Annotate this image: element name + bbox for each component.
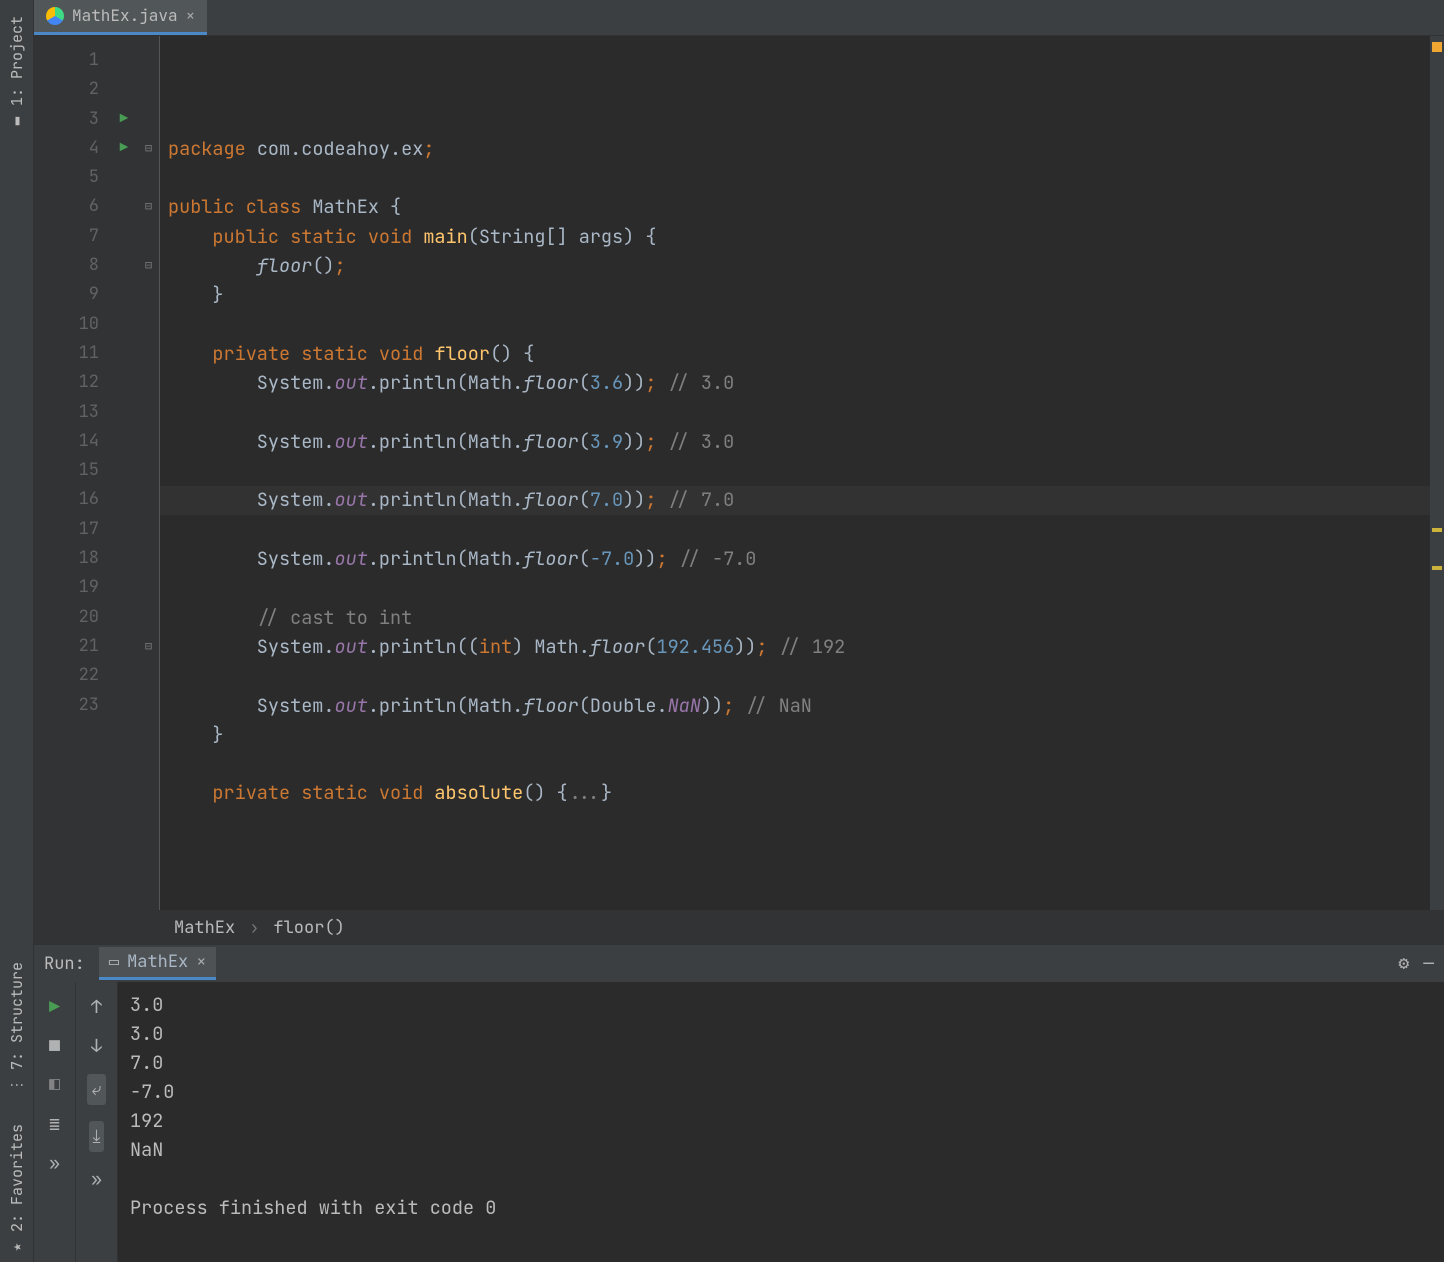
console-output[interactable]: 3.0 3.0 7.0 -7.0 192 NaN Process finishe… bbox=[118, 982, 1444, 1262]
fold-toggle[interactable]: ⊟ bbox=[138, 632, 159, 661]
run-line-icon[interactable]: ▶ bbox=[110, 134, 138, 163]
gear-icon[interactable]: ⚙ bbox=[1398, 952, 1409, 975]
fold-toggle[interactable]: ⊟ bbox=[138, 134, 159, 163]
editor-tab-mathex[interactable]: MathEx.java × bbox=[34, 0, 207, 35]
run-toolwindow-header: Run: ▭ MathEx × ⚙ — bbox=[34, 944, 1444, 982]
star-icon: ★ bbox=[8, 1243, 26, 1251]
favorites-label: 2: Favorites bbox=[7, 1124, 27, 1232]
fold-toggle[interactable]: ⊟ bbox=[138, 192, 159, 221]
folder-icon: ▬ bbox=[8, 117, 26, 125]
minimize-icon[interactable]: — bbox=[1423, 952, 1434, 975]
layout-button[interactable]: ≣ bbox=[49, 1113, 60, 1136]
line-number-gutter[interactable]: 1234567891011121314151617181920212223 bbox=[34, 36, 110, 910]
chevron-right-icon: › bbox=[249, 917, 259, 939]
scroll-to-end-button[interactable]: ⤓ bbox=[89, 1121, 105, 1152]
project-toolwindow-button[interactable]: ▬ 1: Project bbox=[5, 10, 29, 136]
fold-toggle[interactable]: ⊟ bbox=[138, 251, 159, 280]
code-area[interactable]: package com.codeahoy.ex;public class Mat… bbox=[160, 36, 1430, 910]
error-stripe[interactable] bbox=[1430, 36, 1444, 910]
dump-button[interactable]: ◧ bbox=[49, 1074, 60, 1097]
structure-label: 7: Structure bbox=[7, 962, 27, 1070]
editor-tabs: MathEx.java × bbox=[34, 0, 1444, 36]
more-button[interactable]: » bbox=[49, 1152, 60, 1175]
run-config-tab[interactable]: ▭ MathEx × bbox=[99, 947, 217, 980]
tool-window-stripe: ▬ 1: Project ⋮ 7: Structure ★ 2: Favorit… bbox=[0, 0, 34, 1262]
run-actions-primary: ▶ ■ ◧ ≣ » bbox=[34, 982, 76, 1262]
change-marker[interactable] bbox=[1432, 566, 1442, 570]
run-label: Run: bbox=[44, 953, 85, 975]
warning-marker[interactable] bbox=[1432, 42, 1442, 52]
scroll-down-icon[interactable]: ↓ bbox=[91, 1035, 102, 1058]
breadcrumb-class[interactable]: MathEx bbox=[174, 917, 235, 939]
project-label: 1: Project bbox=[7, 16, 27, 106]
run-actions-secondary: ↑ ↓ ⤶ ⤓ » bbox=[76, 982, 118, 1262]
favorites-toolwindow-button[interactable]: ★ 2: Favorites bbox=[5, 1118, 29, 1262]
more-button[interactable]: » bbox=[91, 1168, 102, 1191]
breadcrumb-method[interactable]: floor() bbox=[273, 917, 344, 939]
tab-filename: MathEx.java bbox=[72, 5, 178, 26]
run-config-name: MathEx bbox=[127, 951, 188, 973]
fold-gutter[interactable]: ⊟ ⊟ ⊟ ⊟ bbox=[138, 36, 160, 910]
soft-wrap-button[interactable]: ⤶ bbox=[87, 1074, 105, 1105]
stop-button[interactable]: ■ bbox=[49, 1035, 60, 1058]
run-line-icon[interactable]: ▶ bbox=[110, 105, 138, 134]
structure-toolwindow-button[interactable]: ⋮ 7: Structure bbox=[5, 956, 29, 1100]
run-config-icon: ▭ bbox=[109, 951, 119, 973]
change-marker[interactable] bbox=[1432, 528, 1442, 532]
java-class-icon bbox=[46, 7, 64, 25]
run-gutter[interactable]: ▶▶ bbox=[110, 36, 138, 910]
code-editor[interactable]: 1234567891011121314151617181920212223 ▶▶… bbox=[34, 36, 1444, 910]
rerun-button[interactable]: ▶ bbox=[49, 996, 60, 1019]
run-toolwindow: ▶ ■ ◧ ≣ » ↑ ↓ ⤶ ⤓ » 3.0 3.0 7.0 -7.0 192… bbox=[34, 982, 1444, 1262]
close-run-tab-icon[interactable]: × bbox=[196, 951, 206, 973]
close-tab-icon[interactable]: × bbox=[186, 5, 196, 26]
scroll-up-icon[interactable]: ↑ bbox=[91, 996, 102, 1019]
breadcrumbs[interactable]: MathEx › floor() bbox=[34, 910, 1444, 944]
structure-icon: ⋮ bbox=[8, 1078, 26, 1092]
